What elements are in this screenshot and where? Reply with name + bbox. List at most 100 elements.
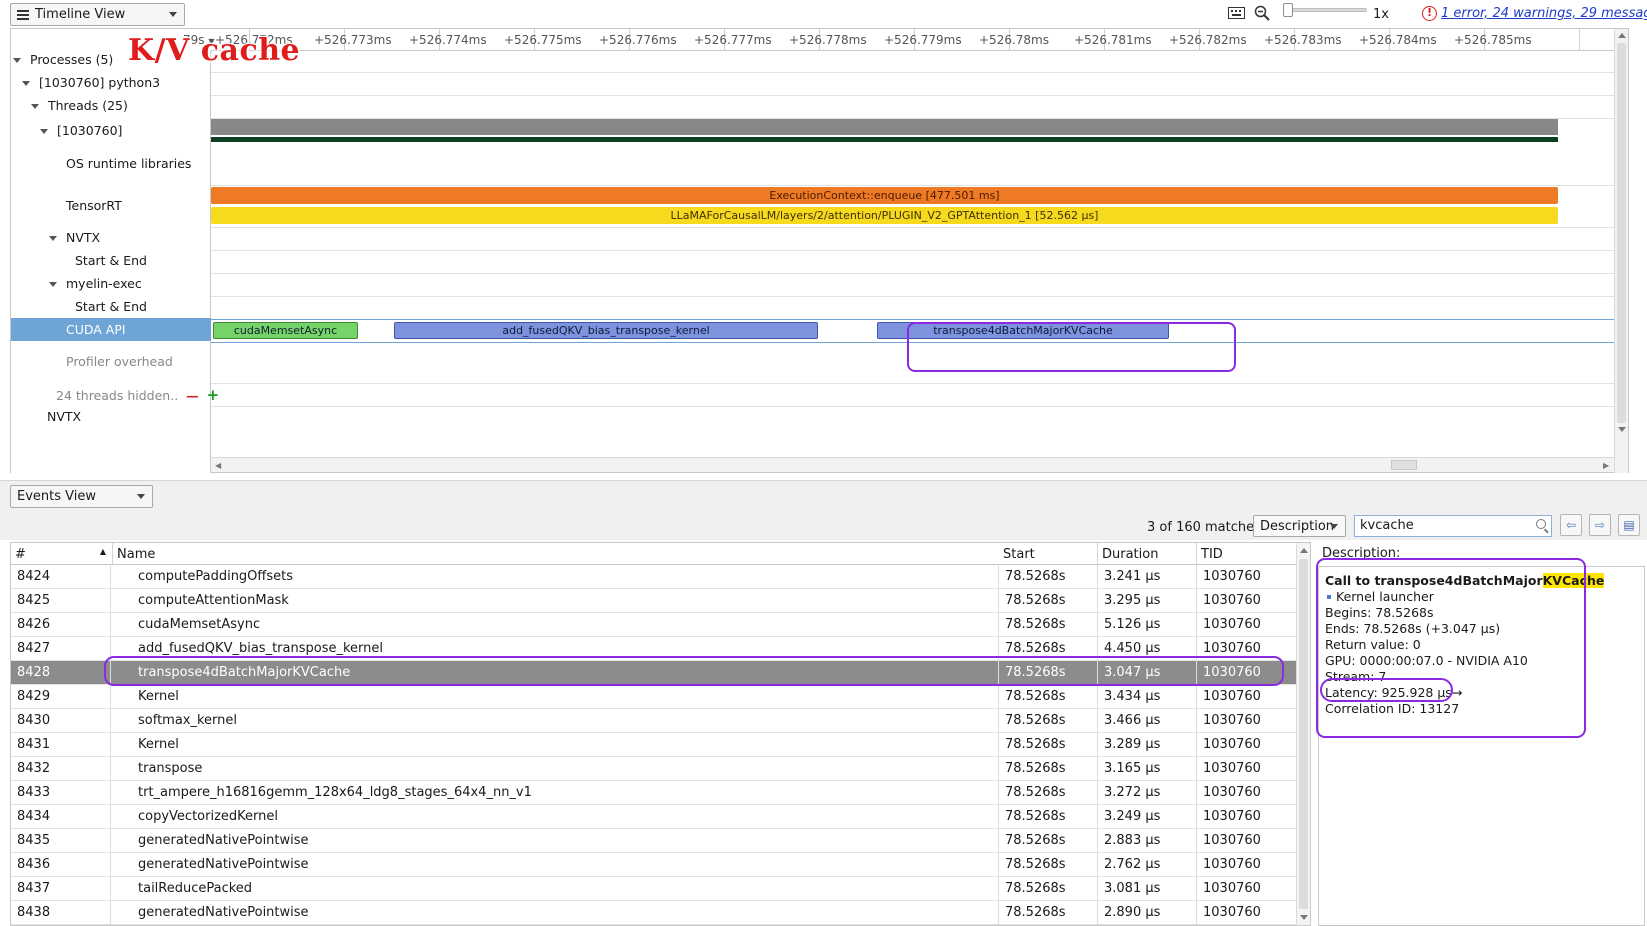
collapse-icon[interactable] <box>49 282 57 287</box>
zoom-slider-track[interactable] <box>1283 8 1367 12</box>
tree-myelin-exec[interactable]: myelin-exec <box>11 276 211 291</box>
collapse-icon[interactable] <box>49 236 57 241</box>
collapse-icon[interactable] <box>13 58 21 63</box>
collapse-icon[interactable] <box>31 104 39 109</box>
scroll-thumb[interactable] <box>1617 43 1626 423</box>
enqueue-bar[interactable]: ExecutionContext::enqueue [477.501 ms] <box>211 187 1558 204</box>
tree-start-end[interactable]: Start & End <box>11 299 211 314</box>
tree-label: OS runtime libraries <box>66 156 192 171</box>
zoom-out-icon[interactable] <box>1254 5 1270 21</box>
cell-tid: 1030760 <box>1197 757 1299 781</box>
cell-duration: 3.241 μs <box>1098 565 1197 589</box>
fused-qkv-bar[interactable]: add_fusedQKV_bias_transpose_kernel <box>394 322 818 339</box>
tree-label: NVTX <box>66 230 101 245</box>
cell-name: transpose <box>111 757 999 781</box>
cell-tid: 1030760 <box>1197 853 1299 877</box>
attention-bar[interactable]: LLaMAForCausalLM/layers/2/attention/PLUG… <box>211 207 1558 224</box>
column-header-id[interactable]: # ▲ <box>11 543 113 565</box>
timeline-horizontal-scrollbar[interactable]: ◀ ▶ <box>211 457 1614 472</box>
match-count: 3 of 160 matches <box>1147 520 1261 535</box>
cell-duration: 3.272 μs <box>1098 781 1197 805</box>
table-row[interactable]: 8426 cudaMemsetAsync 78.5268s 5.126 μs 10307… <box>11 613 1299 637</box>
table-row[interactable]: 8437 tailReducePacked 78.5268s 3.081 μs 1030… <box>11 877 1299 901</box>
search-icon[interactable] <box>1536 519 1546 529</box>
thread-activity-bar[interactable] <box>211 119 1558 135</box>
remove-icon[interactable]: — <box>186 388 199 403</box>
column-header-name[interactable]: Name <box>113 543 1009 565</box>
table-layout-button[interactable]: ▤ <box>1618 514 1640 536</box>
timeline-view-selector[interactable]: Timeline View <box>10 3 185 26</box>
cell-duration: 3.081 μs <box>1098 877 1197 901</box>
cell-name: computePaddingOffsets <box>111 565 999 589</box>
tree-nvtx[interactable]: NVTX <box>11 230 211 245</box>
tree-os-runtime[interactable]: OS runtime libraries <box>11 156 211 171</box>
table-row[interactable]: 8429 Kernel 78.5268s 3.434 μs 1030760 <box>11 685 1299 709</box>
cell-start: 78.5268s <box>999 685 1098 709</box>
scroll-down-icon[interactable] <box>1618 427 1626 432</box>
search-input[interactable]: kvcache <box>1354 515 1552 537</box>
search-field-select[interactable]: Description <box>1253 515 1346 537</box>
table-row[interactable]: 8433 trt_ampere_h16816gemm_128x64_ldg8_st… <box>11 781 1299 805</box>
cell-tid: 1030760 <box>1197 565 1299 589</box>
scroll-down-icon[interactable] <box>1300 915 1308 920</box>
sort-ascending-icon[interactable]: ▲ <box>100 547 106 556</box>
table-row[interactable]: 8434 copyVectorizedKernel 78.5268s 3.249 μs… <box>11 805 1299 829</box>
cell-duration: 3.165 μs <box>1098 757 1197 781</box>
column-header-start[interactable]: Start <box>999 543 1098 565</box>
cell-id: 8435 <box>11 829 111 853</box>
previous-match-button[interactable]: ⇦ <box>1560 514 1582 536</box>
scroll-thumb[interactable] <box>1391 460 1417 470</box>
tree-label: Processes (5) <box>30 52 114 67</box>
scroll-up-icon[interactable] <box>1300 548 1308 553</box>
ruler-tick: +526.779ms <box>884 33 962 47</box>
collapse-icon[interactable] <box>22 81 30 86</box>
cell-start: 78.5268s <box>999 877 1098 901</box>
time-ruler[interactable]: 79s ▼ +526.772ms +526.773ms +526.774ms +… <box>183 29 1628 51</box>
tree-threads[interactable]: Threads (25) <box>11 98 211 113</box>
timeline-vertical-scrollbar[interactable] <box>1614 29 1628 473</box>
tree-process[interactable]: [1030760] python3 <box>11 75 211 90</box>
table-row[interactable]: 8438 generatedNativePointwise 78.5268s 2.89… <box>11 901 1299 925</box>
events-table-scrollbar[interactable] <box>1296 543 1310 925</box>
tree-cuda-api[interactable]: CUDA API <box>11 318 211 341</box>
cuda-memset-bar[interactable]: cudaMemsetAsync <box>213 322 358 339</box>
timeline-panel: 79s ▼ +526.772ms +526.773ms +526.774ms +… <box>10 28 1629 473</box>
tree-nvtx-bottom[interactable]: NVTX <box>11 409 211 424</box>
scroll-right-icon[interactable]: ▶ <box>1603 461 1609 470</box>
tree-label: Threads (25) <box>48 98 128 113</box>
diagnostics-link[interactable]: 1 error, 24 warnings, 29 messages <box>1441 6 1647 21</box>
table-row[interactable]: 8424 computePaddingOffsets 78.5268s 3.241 μ… <box>11 565 1299 589</box>
cell-tid: 1030760 <box>1197 589 1299 613</box>
cell-tid: 1030760 <box>1197 613 1299 637</box>
cell-name: computeAttentionMask <box>111 589 999 613</box>
table-row[interactable]: 8435 generatedNativePointwise 78.5268s 2.88… <box>11 829 1299 853</box>
cell-id: 8429 <box>11 685 111 709</box>
keyboard-icon[interactable] <box>1228 7 1245 23</box>
tree-thread[interactable]: [1030760] <box>11 123 211 138</box>
scroll-thumb[interactable] <box>1299 559 1308 909</box>
scroll-left-icon[interactable]: ◀ <box>215 461 221 470</box>
column-header-tid[interactable]: TID <box>1197 543 1299 565</box>
cell-name: generatedNativePointwise <box>111 853 999 877</box>
zoom-slider-thumb[interactable] <box>1283 3 1293 17</box>
tree-profiler-overhead[interactable]: Profiler overhead <box>11 354 211 369</box>
cell-id: 8437 <box>11 877 111 901</box>
table-row[interactable]: 8436 generatedNativePointwise 78.5268s 2.76… <box>11 853 1299 877</box>
table-row[interactable]: 8432 transpose 78.5268s 3.165 μs 1030760 <box>11 757 1299 781</box>
table-row[interactable]: 8431 Kernel 78.5268s 3.289 μs 1030760 <box>11 733 1299 757</box>
scroll-up-icon[interactable] <box>1618 33 1626 38</box>
timeline-tracks[interactable]: ExecutionContext::enqueue [477.501 ms] L… <box>211 51 1628 455</box>
tree-tensorrt[interactable]: TensorRT <box>11 198 211 213</box>
table-row[interactable]: 8430 softmax_kernel 78.5268s 3.466 μs 103076… <box>11 709 1299 733</box>
next-match-button[interactable]: ⇨ <box>1589 514 1611 536</box>
cell-name: cudaMemsetAsync <box>111 613 999 637</box>
cell-id: 8433 <box>11 781 111 805</box>
ruler-tick: +526.776ms <box>599 33 677 47</box>
column-header-duration[interactable]: Duration <box>1098 543 1197 565</box>
cell-id: 8430 <box>11 709 111 733</box>
table-row[interactable]: 8425 computeAttentionMask 78.5268s 3.295 μs… <box>11 589 1299 613</box>
events-view-selector[interactable]: Events View <box>10 485 153 508</box>
cell-id: 8434 <box>11 805 111 829</box>
tree-start-end[interactable]: Start & End <box>11 253 211 268</box>
collapse-icon[interactable] <box>40 129 48 134</box>
